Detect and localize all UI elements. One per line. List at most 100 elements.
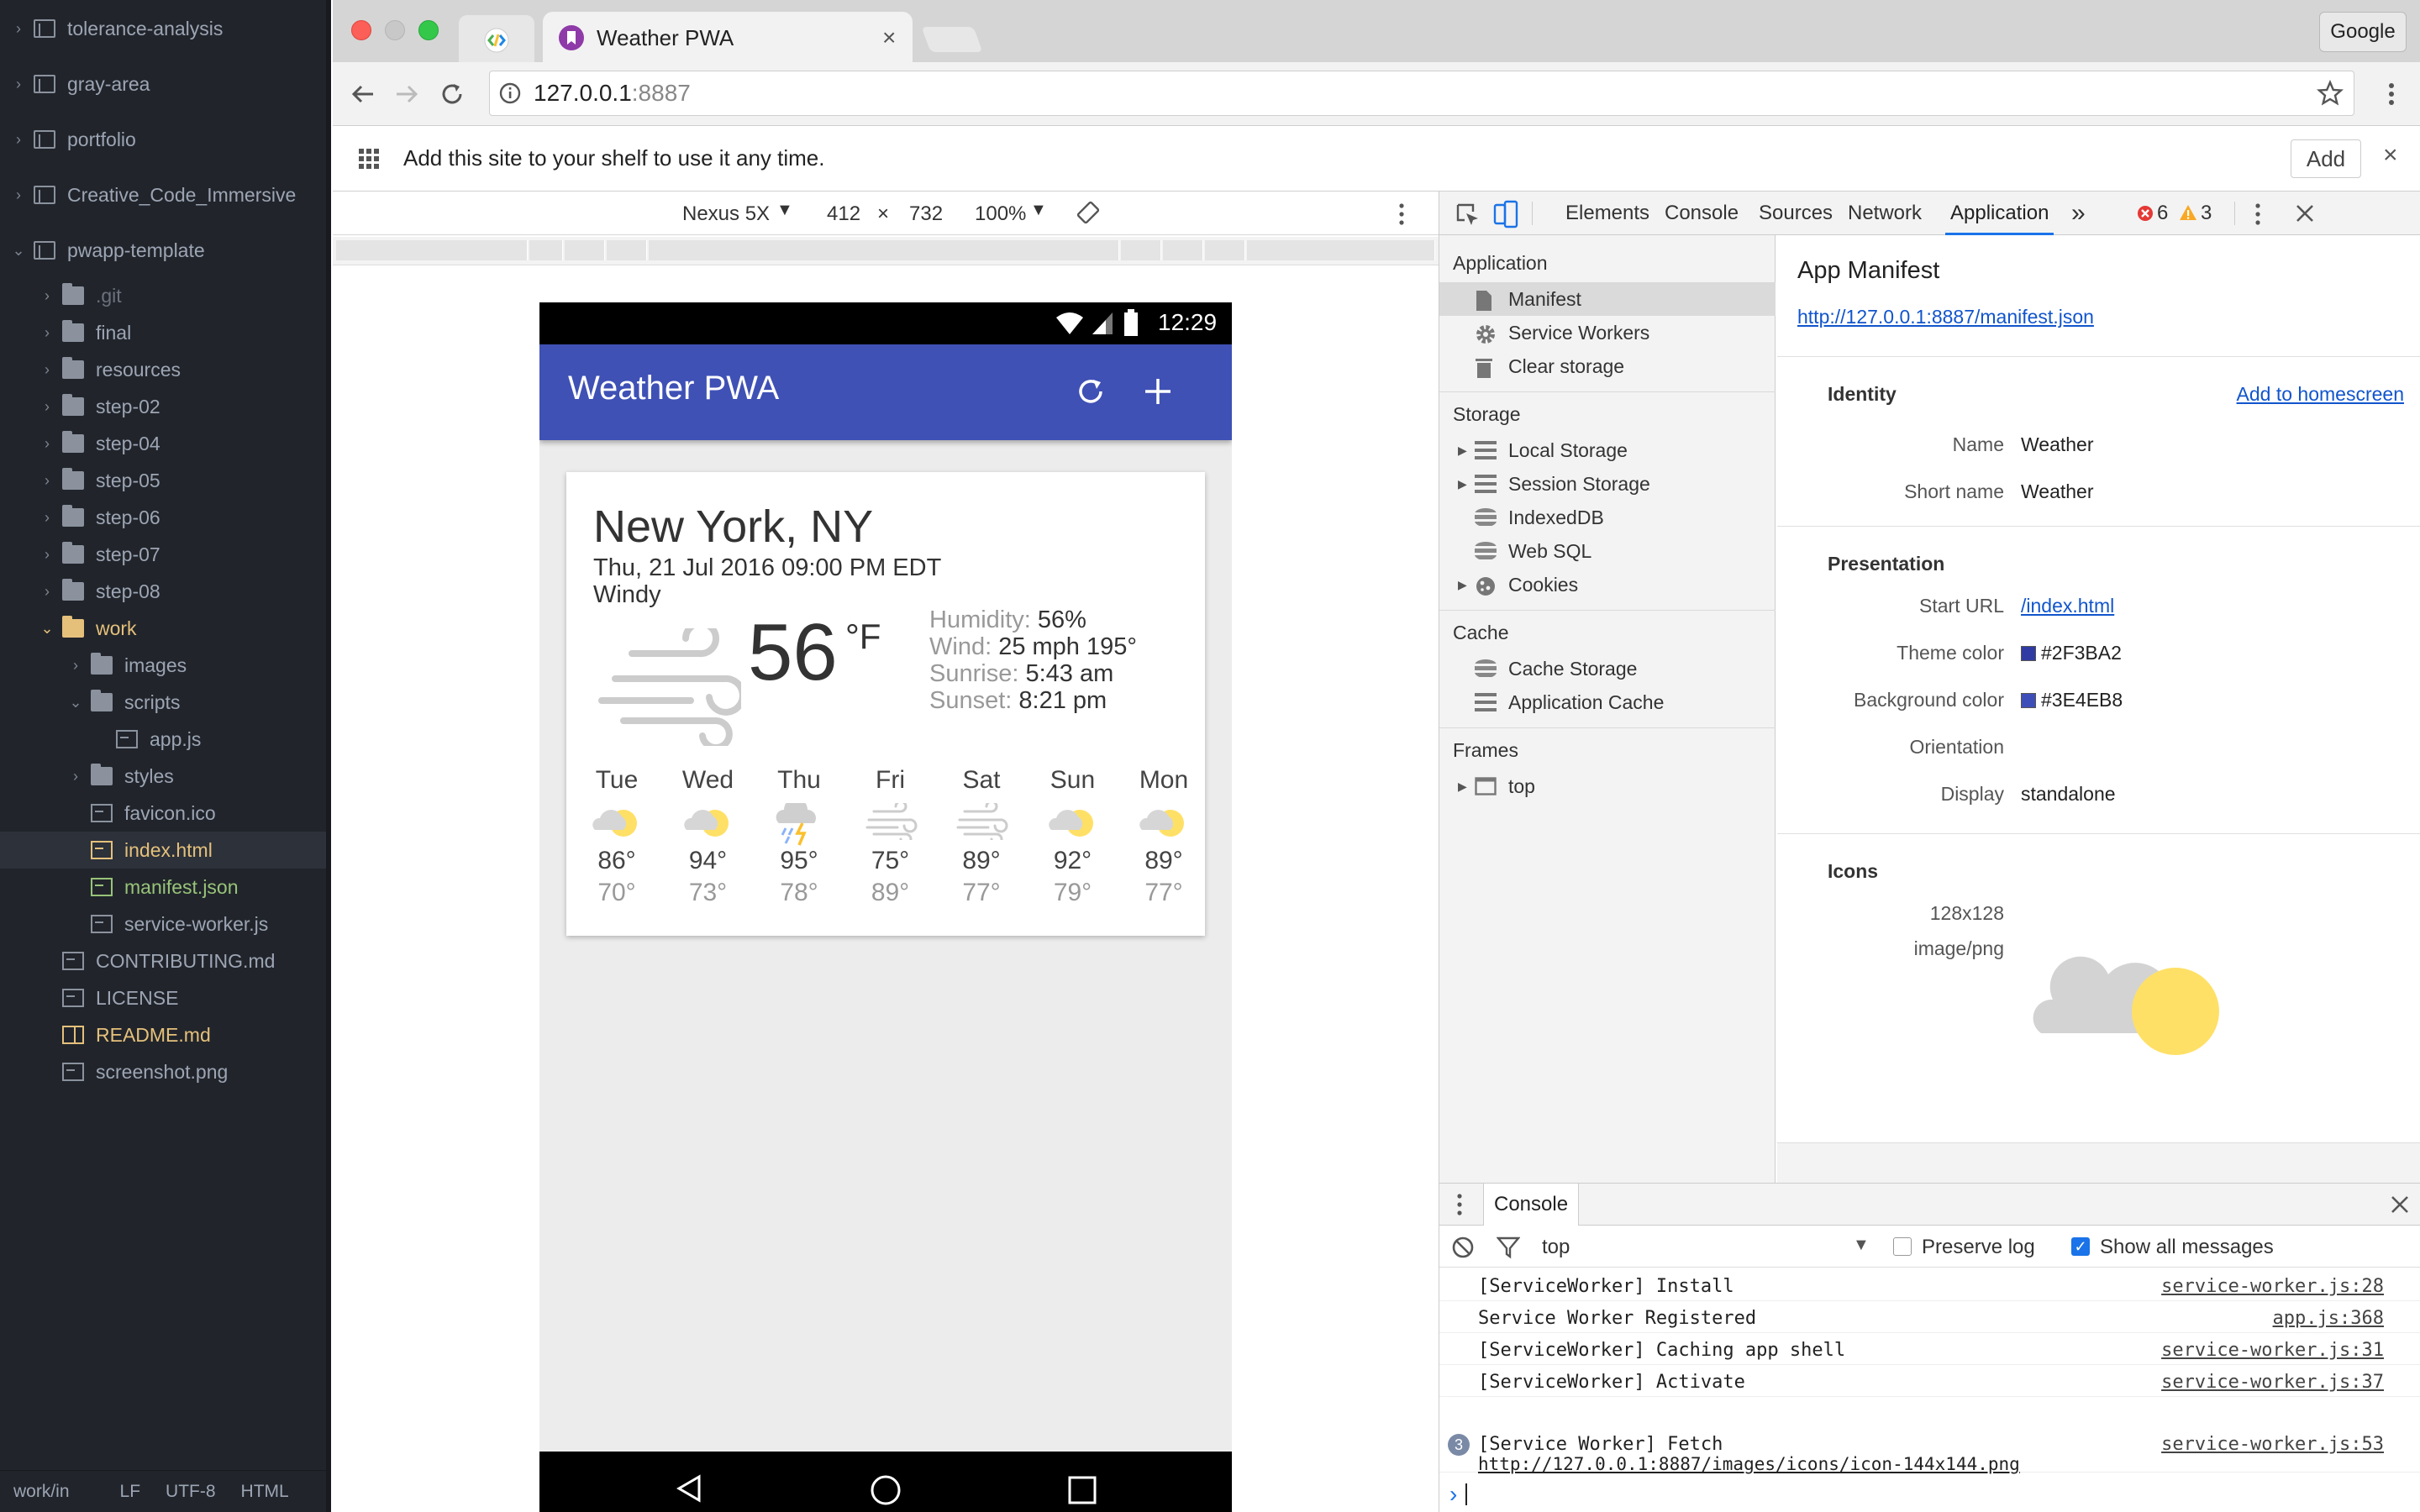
viewport-width[interactable]: 412: [827, 202, 860, 226]
tree-item-step-05[interactable]: › step-05: [0, 462, 326, 499]
show-all-messages-checkbox[interactable]: ✓: [2071, 1237, 2090, 1256]
chevron-right-icon[interactable]: ›: [39, 324, 55, 342]
address-bar[interactable]: 127.0.0.1:8887: [489, 71, 2354, 116]
back-arrow-icon[interactable]: [348, 79, 378, 109]
rotate-icon[interactable]: [1076, 200, 1101, 225]
sidebar-item-web-sql[interactable]: Web SQL: [1439, 534, 1776, 568]
tree-item-final[interactable]: › final: [0, 314, 326, 351]
sidebar-item-service-workers[interactable]: Service Workers: [1439, 316, 1776, 349]
tree-item-step-08[interactable]: › step-08: [0, 573, 326, 610]
infobar-close-button[interactable]: ×: [2383, 141, 2398, 170]
tree-item-resources[interactable]: › resources: [0, 351, 326, 388]
chrome-menu-icon[interactable]: [2376, 79, 2407, 109]
tab-elements[interactable]: Elements: [1565, 192, 1649, 235]
reload-icon[interactable]: [437, 79, 467, 109]
console-source-link[interactable]: service-worker.js:53: [2161, 1434, 2384, 1455]
chevron-down-icon[interactable]: ⌄: [39, 620, 55, 638]
clear-console-icon[interactable]: [1451, 1236, 1475, 1259]
zoom-dropdown-icon[interactable]: ▼: [1030, 201, 1047, 220]
tree-item-work[interactable]: ⌄ work: [0, 610, 326, 647]
chevron-right-icon[interactable]: ›: [10, 131, 27, 149]
chevron-right-icon[interactable]: ›: [39, 287, 55, 305]
sidebar-divider[interactable]: [326, 0, 331, 1512]
chevron-right-icon[interactable]: ›: [10, 186, 27, 204]
drawer-menu-icon[interactable]: [1451, 1192, 1468, 1217]
chevron-right-icon[interactable]: ›: [67, 768, 84, 785]
media-query-ruler[interactable]: [333, 237, 1439, 265]
tree-item-app-js[interactable]: app.js: [0, 721, 326, 758]
active-tab[interactable]: Weather PWA ×: [543, 12, 913, 64]
sidebar-item-frame-top[interactable]: ▶ top: [1439, 769, 1776, 803]
tree-item-pwapp-template[interactable]: ⌄ pwapp-template: [0, 232, 326, 269]
sidebar-item-session-storage[interactable]: ▶ Session Storage: [1439, 467, 1776, 501]
console-fetch-url[interactable]: http://127.0.0.1:8887/images/icons/icon-…: [1478, 1454, 2020, 1474]
tab-console[interactable]: Console: [1665, 192, 1739, 235]
start-url-link[interactable]: /index.html: [2021, 595, 2114, 617]
tree-item-readme-md[interactable]: README.md: [0, 1016, 326, 1053]
tree-item-license[interactable]: LICENSE: [0, 979, 326, 1016]
close-drawer-icon[interactable]: [2391, 1195, 2409, 1214]
tree-item-contributing-md[interactable]: CONTRIBUTING.md: [0, 942, 326, 979]
expand-arrow-icon[interactable]: ▶: [1458, 578, 1475, 592]
tree-item-tolerance-analysis[interactable]: › tolerance-analysis: [0, 10, 326, 47]
filter-icon[interactable]: [1497, 1236, 1520, 1259]
tree-item-screenshot-png[interactable]: screenshot.png: [0, 1053, 326, 1090]
chevron-right-icon[interactable]: ›: [39, 509, 55, 527]
chevron-down-icon[interactable]: ⌄: [10, 242, 27, 260]
console-source-link[interactable]: service-worker.js:28: [2161, 1276, 2384, 1297]
nav-back-icon[interactable]: [674, 1473, 704, 1504]
chevron-right-icon[interactable]: ›: [39, 472, 55, 490]
status-grammar[interactable]: HTML: [241, 1482, 289, 1502]
tree-item-styles[interactable]: › styles: [0, 758, 326, 795]
console-source-link[interactable]: app.js:368: [2273, 1308, 2384, 1329]
tree-item-step-02[interactable]: › step-02: [0, 388, 326, 425]
tab-sources[interactable]: Sources: [1759, 192, 1833, 235]
status-encoding[interactable]: UTF-8: [166, 1482, 216, 1502]
tree-item-manifest-json[interactable]: manifest.json: [0, 869, 326, 906]
tree-item-step-04[interactable]: › step-04: [0, 425, 326, 462]
zoom-select[interactable]: 100%: [975, 202, 1026, 226]
error-icon[interactable]: [2137, 205, 2154, 222]
error-count[interactable]: 6: [2157, 192, 2168, 235]
tree-item-git[interactable]: › .git: [0, 277, 326, 314]
warning-count[interactable]: 3: [2201, 192, 2212, 235]
infobar-add-button[interactable]: Add: [2291, 139, 2361, 178]
manifest-url-link[interactable]: http://127.0.0.1:8887/manifest.json: [1797, 306, 2094, 328]
sidebar-item-local-storage[interactable]: ▶ Local Storage: [1439, 433, 1776, 467]
viewport-height[interactable]: 732: [909, 202, 943, 226]
chevron-right-icon[interactable]: ›: [39, 583, 55, 601]
tree-item-index-html[interactable]: index.html: [0, 832, 326, 869]
chevron-right-icon[interactable]: ›: [67, 657, 84, 675]
sidebar-item-cache-storage[interactable]: Cache Storage: [1439, 652, 1776, 685]
tab-close-button[interactable]: ×: [882, 24, 896, 51]
inspect-element-icon[interactable]: [1455, 202, 1480, 227]
profile-button[interactable]: Google: [2319, 12, 2407, 52]
chevron-right-icon[interactable]: ›: [39, 398, 55, 416]
expand-arrow-icon[interactable]: ▶: [1458, 444, 1475, 458]
expand-arrow-icon[interactable]: ▶: [1458, 477, 1475, 491]
minimize-window-button[interactable]: [385, 20, 405, 40]
sidebar-item-clear-storage[interactable]: Clear storage: [1439, 349, 1776, 383]
bookmark-star-icon[interactable]: [2317, 80, 2344, 107]
tab-application[interactable]: Application: [1945, 192, 2054, 235]
tree-item-step-07[interactable]: › step-07: [0, 536, 326, 573]
tab-network[interactable]: Network: [1848, 192, 1922, 235]
chevron-right-icon[interactable]: ›: [39, 435, 55, 453]
close-devtools-icon[interactable]: [2295, 203, 2315, 223]
sidebar-item-indexeddb[interactable]: IndexedDB: [1439, 501, 1776, 534]
chevron-right-icon[interactable]: ›: [10, 20, 27, 38]
console-prompt[interactable]: ›: [1449, 1481, 1468, 1508]
chevron-down-icon[interactable]: ⌄: [67, 694, 84, 711]
new-tab-button[interactable]: [921, 27, 983, 52]
device-select[interactable]: Nexus 5X: [682, 202, 770, 226]
tree-item-creative-code-immersive[interactable]: › Creative_Code_Immersive: [0, 176, 326, 213]
preserve-log-checkbox[interactable]: [1893, 1237, 1912, 1256]
nav-home-icon[interactable]: [869, 1473, 902, 1507]
chevron-right-icon[interactable]: ›: [39, 361, 55, 379]
tree-item-images[interactable]: › images: [0, 647, 326, 684]
console-source-link[interactable]: service-worker.js:37: [2161, 1372, 2384, 1393]
chevron-right-icon[interactable]: ›: [10, 76, 27, 93]
info-icon[interactable]: [498, 81, 522, 105]
maximize-window-button[interactable]: [418, 20, 439, 40]
drawer-tab-console[interactable]: Console: [1483, 1184, 1580, 1226]
